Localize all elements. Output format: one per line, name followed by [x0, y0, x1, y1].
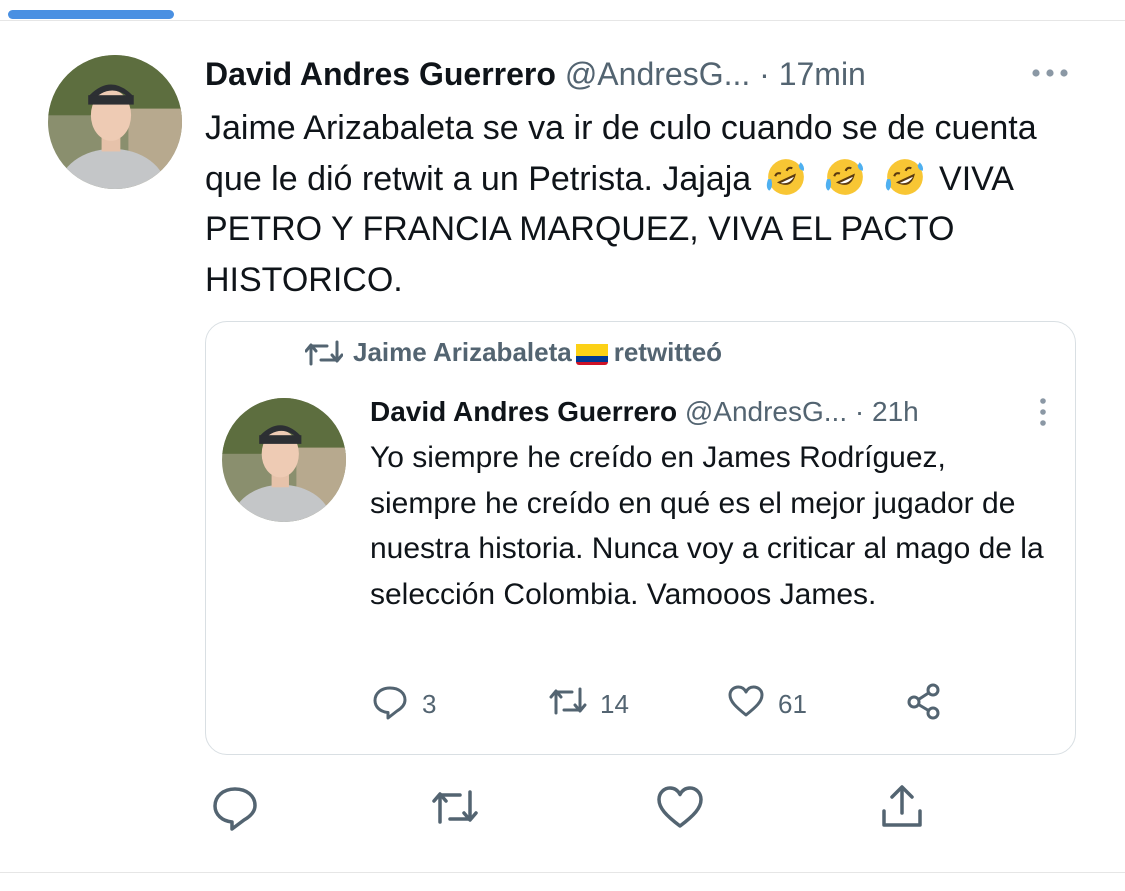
- tweet-time[interactable]: 17min: [779, 56, 866, 92]
- loading-progress-bar: [8, 10, 174, 19]
- retweet-count: 14: [600, 688, 629, 719]
- retweeted-label: retwitteó: [613, 337, 723, 367]
- reply-button[interactable]: [208, 780, 262, 834]
- share-icon: [904, 681, 956, 728]
- quoted-tweet-time[interactable]: 21h: [872, 396, 919, 427]
- retweet-icon: [432, 790, 478, 824]
- quoted-author-avatar[interactable]: [222, 398, 346, 522]
- top-divider: [0, 20, 1125, 21]
- heart-icon: [726, 681, 778, 728]
- author-handle[interactable]: @AndresG...: [565, 56, 750, 92]
- retweet-icon: [304, 338, 344, 368]
- more-horizontal-icon[interactable]: [1028, 58, 1072, 88]
- separator-dot: ·: [759, 56, 770, 92]
- tweet-actions: [205, 780, 965, 834]
- bottom-divider: [0, 872, 1125, 873]
- quoted-author-handle[interactable]: @AndresG...: [685, 396, 847, 427]
- share-button[interactable]: [875, 780, 929, 834]
- rolling-laughing-emoji-icon: [824, 156, 866, 198]
- quoted-reply-button[interactable]: 3: [370, 680, 436, 728]
- more-vertical-icon[interactable]: [1036, 394, 1050, 430]
- quoted-share-button[interactable]: [904, 680, 956, 728]
- avatar-photo: [48, 55, 182, 189]
- author-name[interactable]: David Andres Guerrero: [205, 56, 556, 92]
- reply-count: 3: [422, 688, 437, 719]
- author-avatar[interactable]: [48, 55, 182, 189]
- separator-dot: ·: [854, 396, 865, 427]
- rolling-laughing-emoji-icon: [765, 156, 807, 198]
- retweet-button[interactable]: [428, 780, 482, 834]
- tweet-header: David Andres Guerrero @AndresG... · 17mi…: [205, 54, 1085, 94]
- like-count: 61: [778, 688, 807, 719]
- quoted-like-button[interactable]: 61: [726, 680, 807, 728]
- retweet-icon: [548, 681, 600, 728]
- heart-icon: [657, 786, 703, 828]
- quoted-tweet-header: David Andres Guerrero @AndresG... · 21h: [370, 392, 1030, 432]
- reply-icon: [370, 681, 422, 728]
- quoted-retweet-button[interactable]: 14: [548, 680, 629, 728]
- quoted-tweet-text: Yo siempre he creído en James Rodríguez,…: [370, 441, 1044, 611]
- upload-icon: [882, 785, 922, 827]
- retweeted-by-name[interactable]: Jaime Arizabaleta: [353, 337, 572, 367]
- tweet-text: Jaime Arizabaleta se va ir de culo cuand…: [205, 103, 1085, 305]
- quoted-tweet-actions: 3 14 61: [370, 680, 1020, 728]
- like-button[interactable]: [653, 780, 707, 834]
- quoted-author-name[interactable]: David Andres Guerrero: [370, 396, 677, 427]
- reply-icon: [213, 787, 257, 831]
- avatar-photo: [222, 398, 346, 522]
- rolling-laughing-emoji-icon: [884, 156, 926, 198]
- colombia-flag-icon: [575, 341, 608, 365]
- retweet-context: Jaime Arizabaleta retwitteó: [304, 334, 723, 370]
